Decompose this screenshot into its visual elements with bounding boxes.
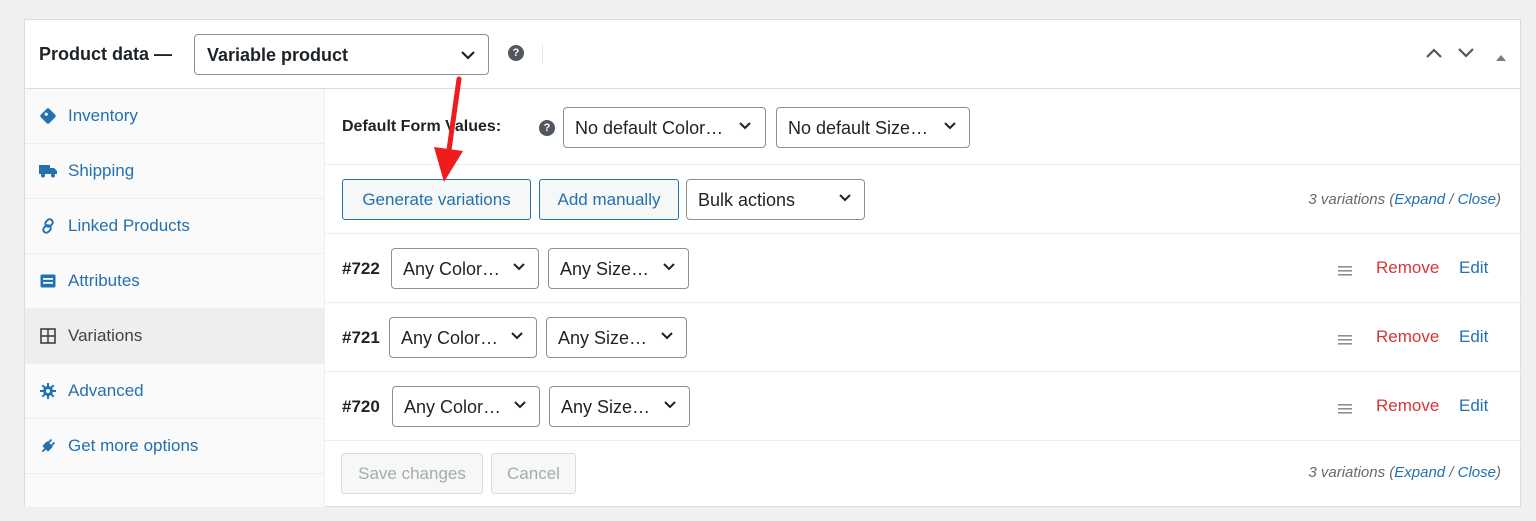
tab-inventory[interactable]: Inventory (25, 89, 325, 144)
tab-label: Get more options (68, 436, 199, 455)
remove-variation-link[interactable]: Remove (1376, 258, 1439, 278)
tab-linked-products[interactable]: Linked Products (25, 199, 325, 254)
variations-count: 3 variations (Expand / Close) (1308, 464, 1501, 481)
variation-size-select[interactable]: Any Size… (546, 317, 687, 358)
chevron-down-icon (513, 399, 527, 411)
gear-icon (39, 382, 57, 400)
chevron-down-icon (662, 261, 676, 273)
variation-row[interactable]: #722 Any Color… Any Size… Remove Edit (325, 234, 1522, 303)
close-all-link[interactable]: Close (1458, 191, 1496, 208)
remove-variation-link[interactable]: Remove (1376, 327, 1439, 347)
product-type-select[interactable]: Variable product (194, 34, 489, 75)
product-data-panel: Product data — Variable product ? Invent… (24, 19, 1522, 507)
variation-color-select[interactable]: Any Color… (391, 248, 539, 289)
list-icon (39, 272, 57, 290)
variation-row[interactable]: #721 Any Color… Any Size… Remove Edit (325, 303, 1522, 372)
generate-variations-button[interactable]: Generate variations (342, 179, 531, 220)
remove-variation-link[interactable]: Remove (1376, 396, 1439, 416)
plugin-icon (39, 437, 57, 455)
default-size-select[interactable]: No default Size… (776, 107, 970, 148)
variation-id: #720 (342, 397, 380, 416)
variations-footer: Save changes Cancel 3 variations (Expand… (325, 441, 1522, 507)
default-color-select[interactable]: No default Color… (563, 107, 766, 148)
close-all-link[interactable]: Close (1458, 464, 1496, 481)
variation-actions-row: Generate variations Add manually Bulk ac… (325, 165, 1522, 234)
save-changes-button[interactable]: Save changes (341, 453, 483, 494)
variation-size-value: Any Size… (558, 328, 648, 348)
chevron-down-icon (510, 330, 524, 342)
tab-attributes[interactable]: Attributes (25, 254, 325, 309)
help-icon[interactable]: ? (508, 45, 524, 61)
variation-size-value: Any Size… (561, 397, 651, 417)
grid-icon (39, 327, 57, 345)
tab-label: Variations (68, 326, 143, 345)
variation-size-select[interactable]: Any Size… (549, 386, 690, 427)
variation-color-select[interactable]: Any Color… (392, 386, 540, 427)
truck-icon (39, 162, 57, 180)
chevron-down-icon (838, 192, 852, 204)
product-data-tabs: Inventory Shipping Linked Products Attri… (25, 89, 325, 507)
tab-label: Linked Products (68, 216, 190, 235)
chevron-down-icon (663, 399, 677, 411)
panel-header: Product data — Variable product ? (25, 20, 1520, 89)
chevron-down-icon (738, 120, 752, 132)
tab-advanced[interactable]: Advanced (25, 364, 325, 419)
edit-variation-link[interactable]: Edit (1459, 258, 1488, 278)
variation-color-select[interactable]: Any Color… (389, 317, 537, 358)
cancel-button[interactable]: Cancel (491, 453, 576, 494)
tag-icon (39, 107, 57, 125)
variation-size-select[interactable]: Any Size… (548, 248, 689, 289)
variation-row[interactable]: #720 Any Color… Any Size… Remove Edit (325, 372, 1522, 441)
variation-color-value: Any Color… (401, 328, 499, 348)
tab-shipping[interactable]: Shipping (25, 144, 325, 199)
bulk-actions-select[interactable]: Bulk actions (686, 179, 865, 220)
drag-handle-icon[interactable] (1337, 264, 1353, 276)
default-size-value: No default Size… (788, 118, 929, 138)
chevron-down-icon (512, 261, 526, 273)
variations-count: 3 variations (Expand / Close) (1308, 191, 1501, 208)
link-icon (39, 217, 57, 235)
edit-variation-link[interactable]: Edit (1459, 327, 1488, 347)
variation-color-value: Any Color… (404, 397, 502, 417)
tab-get-more-options[interactable]: Get more options (25, 419, 325, 474)
add-manually-button[interactable]: Add manually (539, 179, 679, 220)
product-data-label: Product data — (39, 44, 173, 64)
default-form-values-row: Default Form Values: ? No default Color…… (325, 89, 1522, 165)
expand-all-link[interactable]: Expand (1394, 464, 1445, 481)
tab-label: Inventory (68, 106, 138, 125)
edit-variation-link[interactable]: Edit (1459, 396, 1488, 416)
product-type-value: Variable product (207, 45, 349, 65)
chevron-down-icon (660, 330, 674, 342)
collapse-toggle-icon[interactable] (1495, 49, 1507, 67)
tab-label: Advanced (68, 381, 144, 400)
bulk-actions-value: Bulk actions (698, 190, 796, 210)
default-form-values-label: Default Form Values: (342, 118, 502, 135)
chevron-down-icon (460, 49, 476, 61)
tab-label: Attributes (68, 271, 140, 290)
variation-id: #721 (342, 328, 380, 347)
tab-label: Shipping (68, 161, 135, 180)
variation-size-value: Any Size… (560, 259, 650, 279)
drag-handle-icon[interactable] (1337, 333, 1353, 345)
help-icon[interactable]: ? (539, 120, 555, 136)
tab-variations[interactable]: Variations (25, 309, 325, 364)
header-divider (542, 44, 543, 64)
drag-handle-icon[interactable] (1337, 402, 1353, 414)
variation-id: #722 (342, 259, 380, 278)
variation-color-value: Any Color… (403, 259, 501, 279)
move-up-icon[interactable] (1425, 46, 1443, 65)
move-down-icon[interactable] (1457, 46, 1475, 65)
chevron-down-icon (943, 120, 957, 132)
variations-panel: Default Form Values: ? No default Color…… (325, 89, 1522, 507)
default-color-value: No default Color… (575, 118, 724, 138)
expand-all-link[interactable]: Expand (1394, 191, 1445, 208)
